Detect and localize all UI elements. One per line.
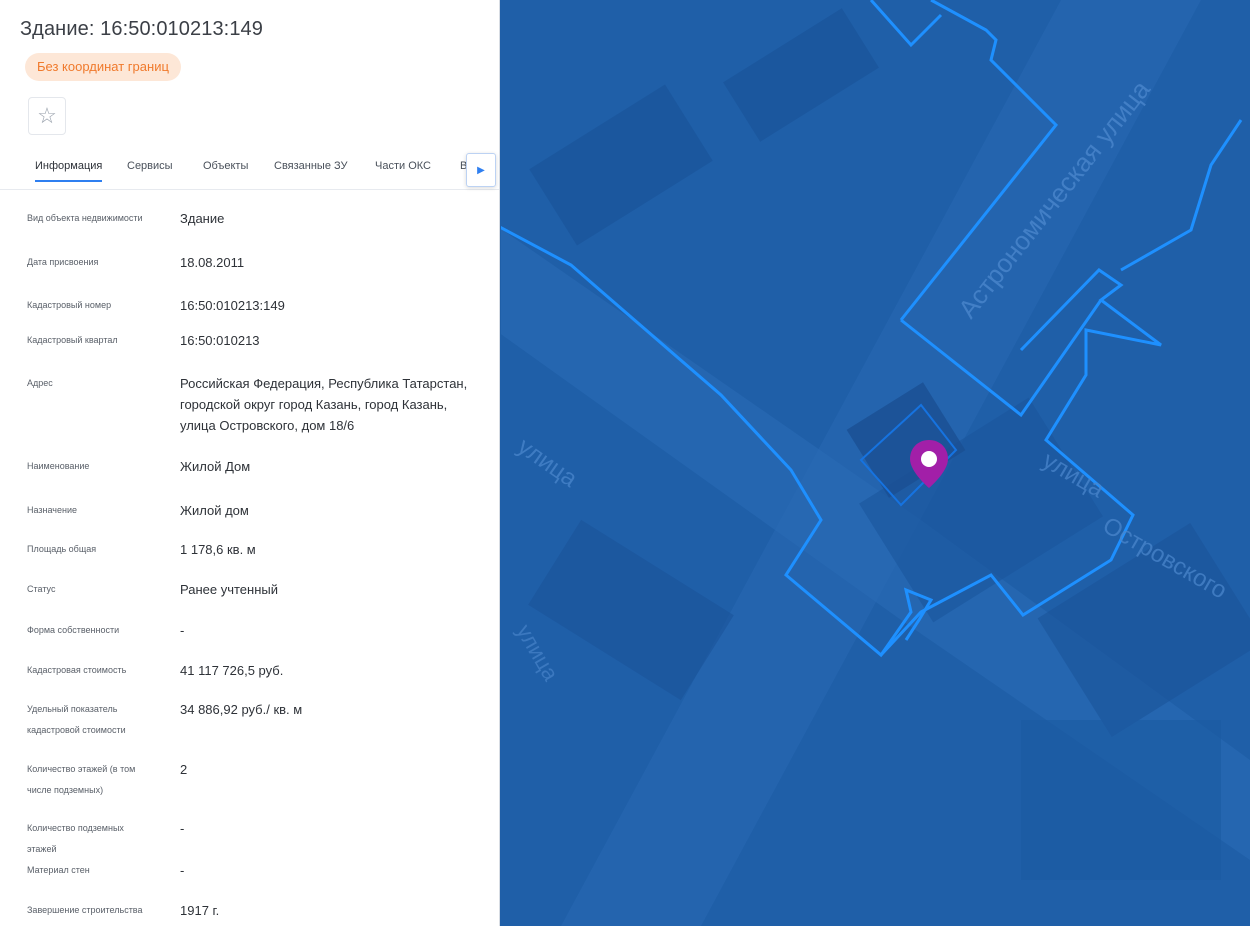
tab-services[interactable]: Сервисы bbox=[127, 160, 173, 180]
star-outline-icon: ☆ bbox=[37, 103, 57, 128]
row-value: 34 886,92 руб./ кв. м bbox=[180, 702, 303, 717]
row-value: 16:50:010213:149 bbox=[180, 298, 285, 313]
tab-bar: Информация Сервисы Объекты Связанные ЗУ … bbox=[0, 150, 499, 190]
row-value: - bbox=[180, 863, 185, 878]
tab-building-parts[interactable]: Части ОКС bbox=[375, 160, 431, 180]
map-canvas[interactable]: Астрономическая улица улица улица Остров… bbox=[501, 0, 1250, 926]
row-label: Дата присвоения bbox=[27, 257, 99, 267]
row-label: Кадастровый номер bbox=[27, 300, 112, 310]
row-value: 18.08.2011 bbox=[180, 255, 245, 270]
row-value: 1917 г. bbox=[180, 903, 220, 918]
row-value: Российская Федерация, Республика Татарст… bbox=[180, 376, 468, 433]
chevron-right-icon: ▶ bbox=[477, 164, 485, 176]
row-value: - bbox=[180, 623, 185, 638]
row-label: Вид объекта недвижимости bbox=[27, 213, 143, 223]
row-label: Кадастровый квартал bbox=[27, 335, 118, 345]
building-block bbox=[1021, 720, 1221, 880]
tab-information[interactable]: Информация bbox=[35, 160, 103, 182]
row-label: Материал стен bbox=[27, 865, 90, 875]
page-title: Здание: 16:50:010213:149 bbox=[20, 18, 263, 40]
row-label: Кадастровая стоимость bbox=[27, 665, 127, 675]
row-value: 1 178,6 кв. м bbox=[180, 542, 256, 557]
row-label: Площадь общая bbox=[27, 544, 97, 554]
row-label: Форма собственности bbox=[27, 625, 120, 635]
row-label: Удельный показатель кадастровой стоимост… bbox=[27, 704, 126, 735]
row-value: 16:50:010213 bbox=[180, 333, 260, 348]
row-value: - bbox=[180, 821, 185, 836]
row-label: Адрес bbox=[27, 378, 53, 388]
row-value: 41 117 726,5 руб. bbox=[180, 663, 284, 678]
row-value: Жилой Дом bbox=[180, 459, 251, 474]
row-value: Жилой дом bbox=[180, 503, 249, 518]
row-label: Завершение строительства bbox=[27, 905, 143, 915]
row-label: Назначение bbox=[27, 505, 78, 515]
row-label: Количество этажей (в том числе подземных… bbox=[27, 764, 136, 795]
tab-objects[interactable]: Объекты bbox=[203, 160, 248, 180]
row-value: Здание bbox=[180, 211, 225, 226]
row-value: Ранее учтенный bbox=[180, 582, 278, 597]
tab-linked-land[interactable]: Связанные ЗУ bbox=[274, 160, 348, 180]
row-value: 2 bbox=[180, 762, 188, 777]
map-view[interactable]: Астрономическая улица улица улица Остров… bbox=[501, 0, 1250, 926]
favorite-button[interactable]: ☆ bbox=[28, 97, 66, 135]
row-label: Статус bbox=[27, 584, 56, 594]
tabs-scroll-right-button[interactable]: ▶ bbox=[466, 153, 496, 187]
row-label: Количество подземных этажей bbox=[27, 823, 124, 854]
row-label: Наименование bbox=[27, 461, 90, 471]
status-badge: Без координат границ bbox=[25, 53, 181, 81]
info-panel: Здание: 16:50:010213:149 Без координат г… bbox=[0, 0, 500, 926]
